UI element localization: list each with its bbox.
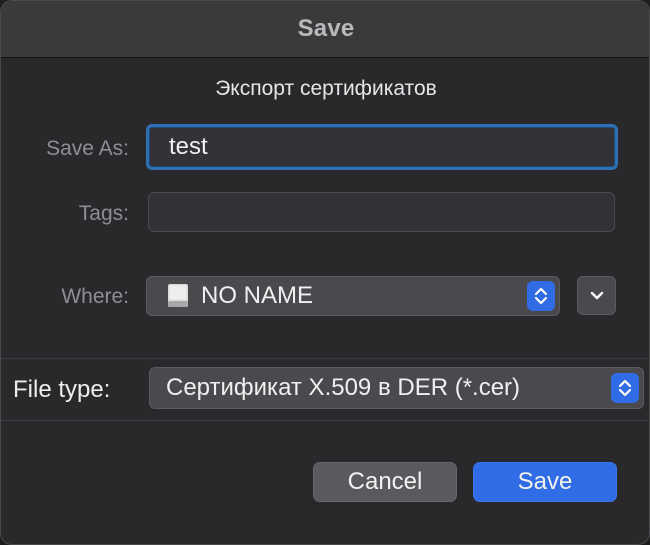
file-type-label: File type: — [13, 376, 111, 403]
save-as-input[interactable] — [146, 124, 618, 170]
window-title: Save — [297, 15, 355, 42]
where-label: Where: — [61, 285, 129, 308]
divider-bottom — [1, 420, 649, 421]
save-dialog: Save Экспорт сертификатов Save As: Tags:… — [0, 0, 650, 545]
tags-input[interactable] — [148, 192, 615, 232]
save-as-label: Save As: — [46, 137, 129, 160]
drive-icon — [165, 283, 191, 309]
where-value: NO NAME — [201, 282, 314, 309]
divider-top — [1, 358, 649, 359]
dialog-subtitle: Экспорт сертификатов — [215, 77, 437, 100]
file-type-value: Сертификат X.509 в DER (*.cer) — [166, 374, 521, 401]
file-type-popup[interactable]: Сертификат X.509 в DER (*.cer) — [149, 367, 644, 409]
where-popup[interactable]: NO NAME — [146, 276, 560, 316]
tags-label: Tags: — [78, 202, 129, 225]
file-type-stepper-icon — [611, 373, 639, 403]
where-stepper-icon — [527, 281, 555, 311]
cancel-button[interactable]: Cancel — [313, 462, 457, 502]
save-button[interactable]: Save — [473, 462, 617, 502]
chevron-down-icon — [588, 289, 606, 303]
title-bar: Save — [1, 1, 649, 58]
expand-button[interactable] — [577, 276, 616, 315]
